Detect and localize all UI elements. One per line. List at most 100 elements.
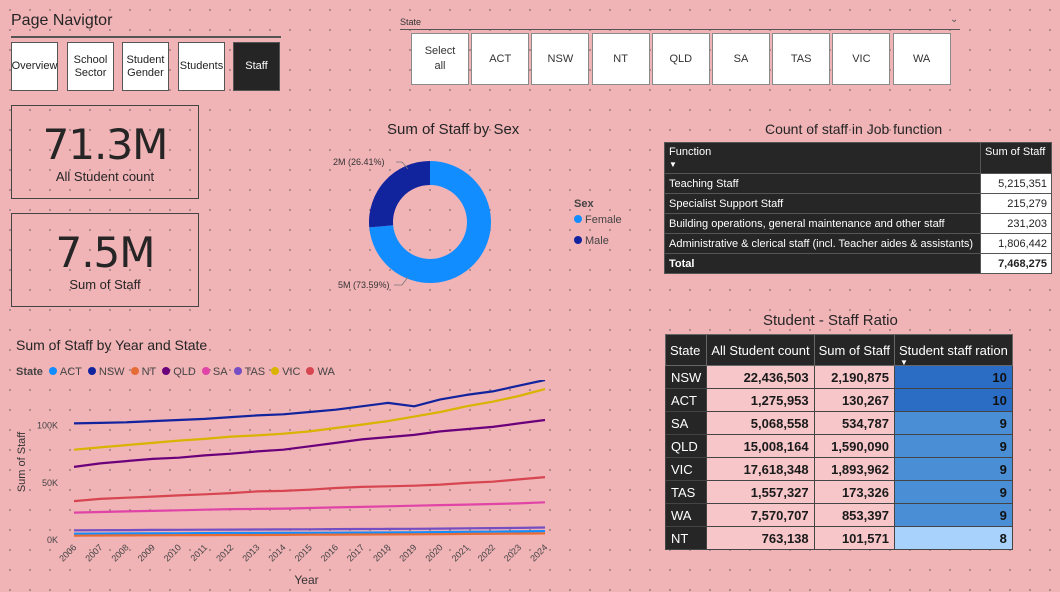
legend-dot — [48, 367, 57, 375]
donut-data-label: 2M (26.41%) — [333, 157, 385, 167]
function-cell: Administrative & clerical staff (incl. T… — [664, 233, 981, 254]
table-header[interactable]: Student staff ration ▼ — [893, 334, 1013, 367]
legend-label: WA — [317, 366, 335, 378]
legend-label: VIC — [282, 366, 301, 378]
state-option-nsw[interactable]: NSW — [531, 33, 590, 85]
job-table-title: Count of staff in Job function — [765, 121, 943, 137]
legend-label: Male — [585, 235, 609, 247]
function-cell: Specialist Support Staff — [664, 193, 981, 214]
total-value: 7,468,275 — [980, 253, 1052, 274]
page-navigator-title: Page Navigtor — [11, 12, 113, 29]
function-cell: Teaching Staff — [664, 173, 981, 194]
legend-dot — [201, 367, 210, 375]
legend-dot — [574, 236, 582, 244]
student-count-cell: 763,138 — [706, 526, 815, 550]
series-line-wa[interactable] — [73, 476, 546, 503]
donut-legend-male[interactable]: Male — [574, 235, 609, 247]
legend-item-tas[interactable]: TAS — [233, 366, 266, 378]
state-option-sa[interactable]: SA — [712, 33, 770, 85]
donut-legend-title: Sex — [574, 198, 594, 210]
table-header[interactable]: State — [664, 334, 708, 366]
nav-button-staff[interactable]: Staff — [233, 42, 280, 91]
donut-data-label: 5M (73.59%) — [338, 280, 390, 290]
legend-dot — [574, 215, 582, 223]
x-tick-label: 2017 — [345, 542, 366, 563]
state-cell: ACT — [664, 388, 708, 412]
nav-button-student-gender[interactable]: Student Gender — [122, 42, 169, 91]
staff-count-cell: 101,571 — [813, 526, 895, 550]
student-count-cell: 7,570,707 — [706, 503, 815, 527]
donut-chart: 5M (73.59%) 2M (26.41%) — [333, 157, 491, 290]
student-count-cell: 15,008,164 — [706, 434, 815, 458]
staff-cell: 231,203 — [980, 213, 1052, 234]
table-row: SA 5,068,558 534,787 9 — [664, 411, 1013, 435]
table-header[interactable]: All Student count — [706, 334, 815, 366]
table-header[interactable]: Sum of Staff — [980, 142, 1052, 174]
table-header[interactable]: Function ▼ — [664, 142, 981, 174]
state-cell: VIC — [664, 457, 708, 481]
state-option-qld[interactable]: QLD — [651, 33, 710, 85]
job-function-table: Function ▼ Sum of Staff Teaching Staff 5,2… — [664, 142, 1052, 274]
table-row: QLD 15,008,164 1,590,090 9 — [664, 434, 1013, 458]
state-option-tas[interactable]: TAS — [772, 33, 831, 85]
state-cell: TAS — [664, 480, 708, 504]
x-tick-label: 2006 — [57, 542, 78, 563]
staff-count-cell: 130,267 — [813, 388, 895, 412]
state-option-vic[interactable]: VIC — [832, 33, 891, 85]
chevron-down-icon[interactable]: ⌄ — [950, 14, 958, 25]
student-count-cell: 1,275,953 — [706, 388, 815, 412]
x-tick-label: 2010 — [162, 542, 183, 563]
legend-label: TAS — [244, 366, 266, 378]
line-chart-legend: State ACT NSW NT QLD SA TAS VIC WA — [16, 362, 341, 380]
legend-label: SA — [212, 366, 228, 378]
series-line-tas[interactable] — [73, 526, 546, 532]
y-tick-label: 50K — [42, 478, 58, 488]
legend-dot — [162, 367, 171, 375]
series-line-vic[interactable] — [73, 388, 546, 451]
legend-label: QLD — [173, 366, 196, 378]
ratio-cell: 9 — [893, 411, 1013, 435]
table-header[interactable]: Sum of Staff — [813, 334, 895, 366]
legend-item-vic[interactable]: VIC — [271, 366, 300, 378]
x-tick-label: 2021 — [450, 542, 471, 563]
staff-cell: 1,806,442 — [980, 233, 1052, 254]
legend-item-wa[interactable]: WA — [306, 366, 335, 378]
page-navigator-divider — [11, 36, 281, 38]
donut-slice-male[interactable] — [369, 161, 430, 228]
x-tick-label: 2022 — [476, 542, 497, 563]
legend-item-qld[interactable]: QLD — [162, 366, 196, 378]
nav-button-overview[interactable]: Overview — [11, 42, 58, 91]
table-row: Teaching Staff 5,215,351 — [664, 173, 1052, 194]
ratio-cell: 8 — [893, 526, 1013, 550]
legend-item-act[interactable]: ACT — [48, 366, 82, 378]
table-row: VIC 17,618,348 1,893,962 9 — [664, 457, 1013, 481]
staff-count-cell: 1,590,090 — [813, 434, 895, 458]
y-tick-label: 0K — [47, 535, 58, 545]
legend-item-sa[interactable]: SA — [201, 366, 228, 378]
state-option-nt[interactable]: NT — [591, 33, 650, 85]
legend-label: NT — [141, 366, 157, 378]
donut-legend-female[interactable]: Female — [574, 214, 622, 226]
legend-item-nt[interactable]: NT — [130, 366, 157, 378]
state-option-select-all[interactable]: Select all — [411, 33, 469, 85]
ratio-cell: 10 — [893, 365, 1013, 389]
total-label: Total — [664, 253, 981, 274]
line-chart-title: Sum of Staff by Year and State — [16, 337, 208, 353]
table-row: Administrative & clerical staff (incl. T… — [664, 233, 1052, 254]
legend-dot — [233, 367, 242, 375]
ratio-cell: 10 — [893, 388, 1013, 412]
y-tick-label: 100K — [37, 421, 58, 431]
x-tick-label: 2013 — [240, 542, 261, 563]
nav-button-students[interactable]: Students — [178, 42, 225, 91]
x-tick-label: 2009 — [136, 542, 157, 563]
student-staff-ratio-table: State All Student count Sum of Staff Stu… — [664, 334, 1013, 550]
state-option-act[interactable]: ACT — [471, 33, 530, 85]
series-line-nsw[interactable] — [73, 380, 546, 425]
series-line-sa[interactable] — [73, 501, 546, 514]
ratio-cell: 9 — [893, 457, 1013, 481]
nav-button-school-sector[interactable]: School Sector — [67, 42, 114, 91]
legend-item-nsw[interactable]: NSW — [87, 366, 125, 378]
legend-label: Female — [585, 214, 622, 226]
x-tick-label: 2007 — [83, 542, 104, 563]
state-option-wa[interactable]: WA — [892, 33, 951, 85]
